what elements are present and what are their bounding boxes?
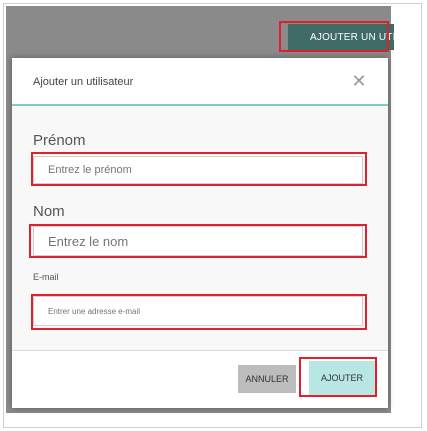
add-button[interactable]: AJOUTER xyxy=(309,361,375,395)
cancel-button[interactable]: ANNULER xyxy=(238,365,296,393)
email-label: E-mail xyxy=(33,272,59,282)
last-name-label: Nom xyxy=(33,203,65,220)
close-icon[interactable]: ✕ xyxy=(350,72,368,90)
last-name-input[interactable] xyxy=(33,226,363,256)
add-user-dialog: Ajouter un utilisateur ✕ Prénom Nom E-ma… xyxy=(12,58,388,408)
first-name-label: Prénom xyxy=(33,132,86,149)
first-name-input[interactable] xyxy=(33,156,363,184)
add-user-top-button[interactable]: AJOUTER UN UTI xyxy=(288,24,394,50)
dialog-title: Ajouter un utilisateur xyxy=(33,76,134,88)
dialog-header: Ajouter un utilisateur ✕ xyxy=(12,58,388,106)
dialog-footer: ANNULER AJOUTER xyxy=(12,350,388,408)
email-input[interactable] xyxy=(33,296,363,326)
dialog-body: Prénom Nom E-mail xyxy=(12,106,388,350)
